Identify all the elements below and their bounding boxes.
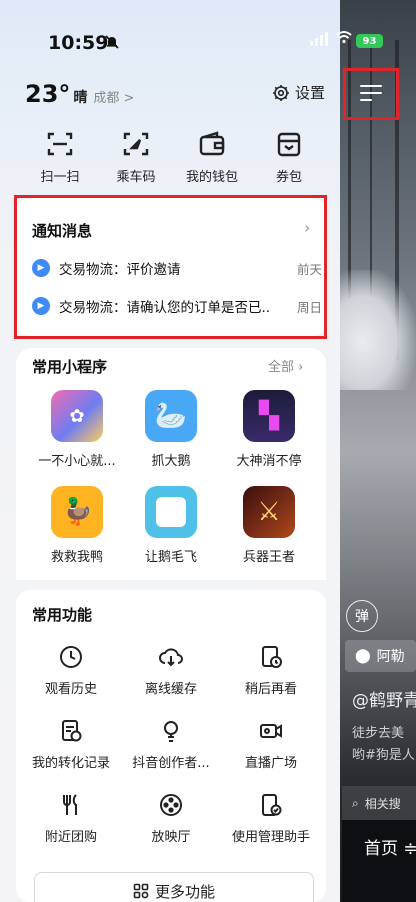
- mini-program-item[interactable]: ⚔ 兵器王者: [219, 486, 319, 565]
- weather-condition: 晴: [73, 90, 88, 106]
- location-pin-icon: ⬤: [355, 648, 371, 664]
- cloud-download-icon: [158, 644, 184, 670]
- quick-action-scan[interactable]: 扫一扫: [20, 130, 100, 185]
- silent-bell-icon: [104, 34, 120, 50]
- wifi-icon: [336, 30, 352, 44]
- function-offline-cache[interactable]: 离线缓存: [119, 644, 223, 697]
- weather-widget[interactable]: 23° 晴 成都 >: [25, 80, 134, 108]
- puzzle-game-icon: ✿: [51, 390, 103, 442]
- functions-title: 常用功能: [32, 606, 93, 624]
- temperature: 23°: [25, 80, 71, 108]
- bulb-icon: [158, 718, 184, 744]
- function-watch-later[interactable]: 稍后再看: [219, 644, 323, 697]
- battery-indicator: 93: [356, 34, 383, 48]
- function-live-square[interactable]: 直播广场: [219, 718, 323, 771]
- all-mini-programs-link[interactable]: 全部 ›: [268, 356, 303, 375]
- location-chip[interactable]: ⬤ 阿勒: [345, 640, 416, 672]
- video-description: 徒步去美: [352, 726, 405, 741]
- functions-card: 常用功能 观看历史 离线缓存 稍后再看 我的转化记录 抖音创作者... 直播广场…: [16, 590, 326, 902]
- record-icon: [58, 718, 84, 744]
- danmu-button[interactable]: 弹: [346, 600, 378, 632]
- city-selector[interactable]: 成都 >: [93, 87, 134, 106]
- watch-later-icon: [258, 644, 284, 670]
- settings-button[interactable]: 设置: [272, 82, 325, 103]
- goose-tile-icon: [145, 486, 197, 538]
- location-text: 阿勒: [376, 649, 405, 665]
- function-creator-center[interactable]: 抖音创作者...: [119, 718, 223, 771]
- snow-drift: [340, 270, 416, 390]
- mini-programs-card: 常用小程序 全部 › ✿ 一不小心就... 🦢 抓大鹅 ▚ 大神消不停 🦆 救救…: [16, 348, 326, 580]
- function-conversion-record[interactable]: 我的转化记录: [19, 718, 123, 771]
- coupon-icon: [275, 130, 303, 158]
- menu-icon[interactable]: [360, 85, 382, 106]
- video-description: 哟#狗是人: [352, 748, 415, 763]
- quick-action-transit-code[interactable]: 乘车码: [96, 130, 176, 185]
- quick-action-wallet[interactable]: 我的钱包: [172, 130, 252, 185]
- function-nearby-deals[interactable]: 附近团购: [19, 792, 123, 845]
- signal-icon: [310, 32, 328, 46]
- mini-program-item[interactable]: 🦢 抓大鹅: [121, 390, 221, 469]
- scan-icon: [46, 130, 74, 158]
- search-icon: ⌕: [352, 795, 359, 810]
- film-reel-icon: [158, 792, 184, 818]
- live-camera-icon: [258, 718, 284, 744]
- mini-programs-title: 常用小程序: [32, 358, 108, 376]
- mini-program-item[interactable]: 让鹅毛飞: [121, 486, 221, 565]
- block-game-icon: ▚: [243, 390, 295, 442]
- sword-icon: ⚔: [243, 486, 295, 538]
- mini-program-item[interactable]: 🦆 救救我鸭: [27, 486, 127, 565]
- background-video[interactable]: [340, 0, 416, 902]
- home-tab[interactable]: 首页 ≑: [342, 820, 416, 902]
- function-screening-room[interactable]: 放映厅: [119, 792, 223, 845]
- video-author[interactable]: @鹤野青: [352, 686, 416, 711]
- function-usage-manager[interactable]: 使用管理助手: [219, 792, 323, 845]
- highlight-box-notifications: [14, 195, 327, 339]
- transit-code-icon: [122, 130, 150, 158]
- grid-icon: [133, 883, 149, 899]
- fork-knife-icon: [58, 792, 84, 818]
- phone-check-icon: [258, 792, 284, 818]
- mini-program-item[interactable]: ✿ 一不小心就...: [27, 390, 127, 469]
- mini-program-item[interactable]: ▚ 大神消不停: [219, 390, 319, 469]
- clock-icon: [58, 644, 84, 670]
- duck-icon: 🦆: [51, 486, 103, 538]
- more-functions-button[interactable]: 更多功能: [34, 872, 314, 902]
- gear-icon: [272, 84, 290, 102]
- quick-action-coupon[interactable]: 券包: [249, 130, 329, 185]
- goose-icon: 🦢: [145, 390, 197, 442]
- function-watch-history[interactable]: 观看历史: [19, 644, 123, 697]
- wallet-icon: [198, 130, 226, 158]
- related-search-bar[interactable]: ⌕ 相关搜: [342, 786, 416, 820]
- status-time: 10:59: [48, 32, 109, 54]
